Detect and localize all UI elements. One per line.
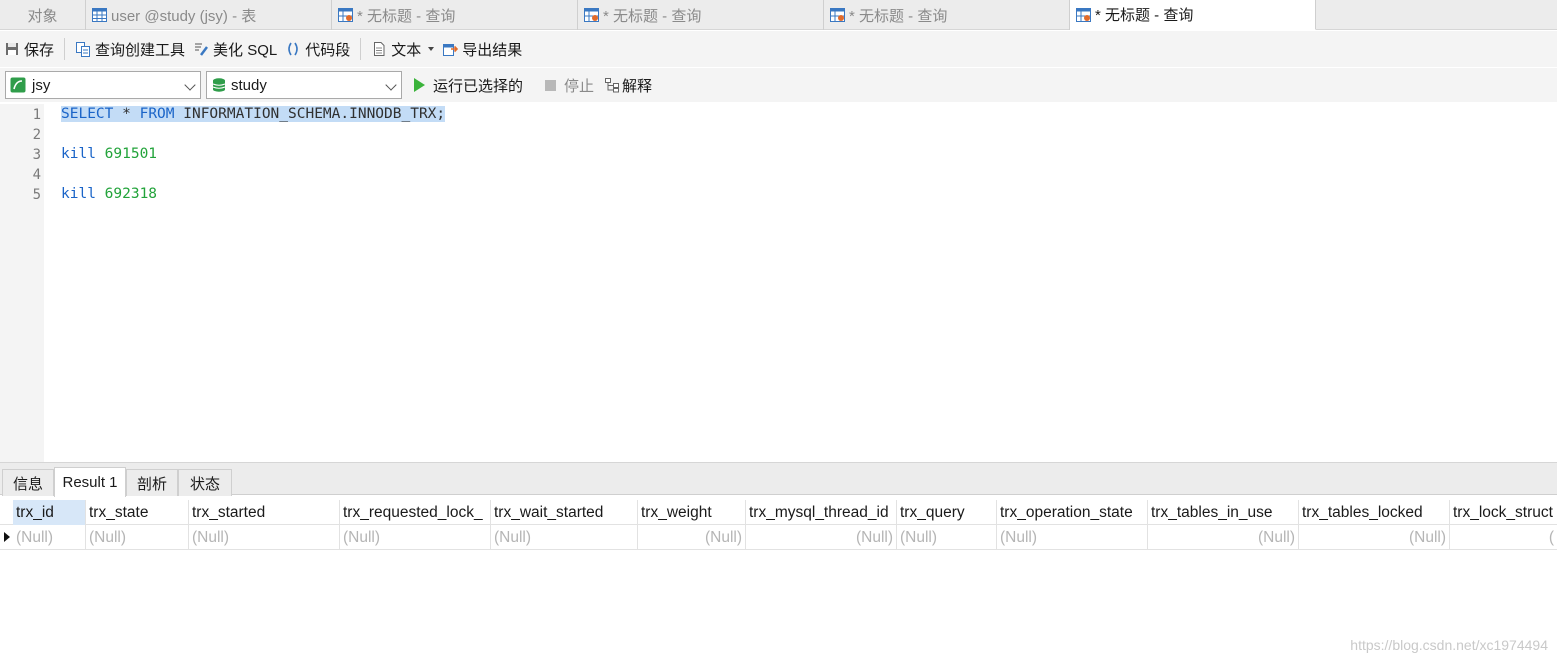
- toolbar-divider: [360, 38, 362, 60]
- column-header[interactable]: trx_wait_started: [491, 500, 638, 525]
- tab-user-table[interactable]: user @study (jsy) - 表: [86, 0, 332, 30]
- save-button[interactable]: 保存: [0, 35, 58, 63]
- explain-button[interactable]: 解释: [604, 75, 652, 96]
- table-icon: [92, 8, 107, 22]
- result-tab-bar: 信息 Result 1 剖析 状态: [0, 462, 1557, 497]
- result-grid[interactable]: trx_id trx_state trx_started trx_request…: [0, 498, 1557, 551]
- code-snippet-button[interactable]: 代码段: [281, 35, 354, 63]
- stop-icon: [545, 79, 557, 91]
- tab-query-1[interactable]: * 无标题 - 查询: [332, 0, 578, 30]
- column-header[interactable]: trx_operation_state: [997, 500, 1148, 525]
- query-builder-icon: [75, 41, 91, 57]
- watermark: https://blog.csdn.net/xc1974494: [1350, 637, 1548, 653]
- line-number-gutter: 1 2 3 4 5: [0, 104, 44, 462]
- column-header[interactable]: trx_id: [13, 500, 86, 525]
- table-row[interactable]: (Null) (Null) (Null) (Null) (Null) (Null…: [0, 525, 1557, 550]
- query-builder-button[interactable]: 查询创建工具: [71, 35, 189, 63]
- save-icon: [4, 41, 20, 57]
- code-line-3[interactable]: kill 691501: [61, 146, 157, 162]
- explain-icon: [604, 77, 620, 93]
- table-cell[interactable]: (Null): [13, 525, 86, 550]
- text-mode-button[interactable]: 文本: [367, 35, 438, 63]
- tab-objects[interactable]: 对象: [0, 0, 86, 30]
- line-number: 2: [32, 127, 41, 143]
- line-number: 1: [32, 107, 41, 123]
- table-cell[interactable]: (Null): [638, 525, 746, 550]
- column-header[interactable]: trx_started: [189, 500, 340, 525]
- document-tab-bar: 对象 user @study (jsy) - 表 * 无标题 - 查询 * 无标…: [0, 0, 1557, 30]
- line-number: 4: [32, 167, 41, 183]
- table-cell[interactable]: (Null): [1148, 525, 1299, 550]
- table-cell[interactable]: (Null): [86, 525, 189, 550]
- tab-info[interactable]: 信息: [2, 469, 54, 496]
- stop-button[interactable]: 停止: [531, 75, 594, 96]
- table-cell[interactable]: (Null): [491, 525, 638, 550]
- column-header[interactable]: trx_state: [86, 500, 189, 525]
- table-cell[interactable]: (Null): [340, 525, 491, 550]
- export-results-button[interactable]: 导出结果: [438, 35, 526, 63]
- sql-editor[interactable]: 1 2 3 4 5 SELECT * FROM INFORMATION_SCHE…: [0, 104, 1557, 462]
- connection-select[interactable]: jsy: [5, 71, 201, 99]
- table-cell[interactable]: (Null): [897, 525, 997, 550]
- tab-query-3[interactable]: * 无标题 - 查询: [824, 0, 1070, 30]
- query-icon: [830, 8, 845, 22]
- table-header-row: trx_id trx_state trx_started trx_request…: [0, 500, 1557, 525]
- tab-query-active[interactable]: * 无标题 - 查询: [1070, 0, 1316, 30]
- query-icon: [584, 8, 599, 22]
- toolbar-divider: [64, 38, 66, 60]
- connection-selector-row: jsy study 运行已选择的 停止 解释: [0, 68, 1557, 102]
- run-selected-button[interactable]: 运行已选择的: [414, 75, 523, 96]
- database-select[interactable]: study: [206, 71, 402, 99]
- column-header[interactable]: trx_mysql_thread_id: [746, 500, 897, 525]
- database-icon: [211, 77, 227, 93]
- brush-icon: [193, 41, 209, 57]
- line-number: 5: [32, 187, 41, 203]
- table-cell[interactable]: (Null): [1299, 525, 1450, 550]
- column-header[interactable]: trx_query: [897, 500, 997, 525]
- column-header[interactable]: trx_lock_struct: [1450, 500, 1557, 525]
- chevron-down-icon: [385, 79, 397, 91]
- document-icon: [371, 41, 387, 57]
- table-cell[interactable]: (Null): [746, 525, 897, 550]
- table-cell[interactable]: (Null): [189, 525, 340, 550]
- beautify-sql-button[interactable]: 美化 SQL: [189, 35, 281, 63]
- query-icon: [338, 8, 353, 22]
- tab-profile[interactable]: 剖析: [126, 469, 178, 496]
- line-number: 3: [32, 147, 41, 163]
- column-header[interactable]: trx_requested_lock_: [340, 500, 491, 525]
- play-icon: [414, 78, 425, 92]
- export-icon: [442, 41, 459, 57]
- connection-icon: [10, 77, 26, 93]
- current-row-icon: [4, 532, 10, 542]
- table-cell[interactable]: (: [1450, 525, 1557, 550]
- column-header[interactable]: trx_weight: [638, 500, 746, 525]
- chevron-down-icon: [184, 79, 196, 91]
- dropdown-caret-icon: [428, 47, 435, 51]
- code-line-1[interactable]: SELECT * FROM INFORMATION_SCHEMA.INNODB_…: [61, 106, 446, 122]
- tab-status[interactable]: 状态: [178, 469, 232, 496]
- query-toolbar: 保存 查询创建工具 美化 SQL 代码段 文本 导出结果: [0, 31, 1557, 67]
- column-header[interactable]: trx_tables_locked: [1299, 500, 1450, 525]
- tab-result-1[interactable]: Result 1: [54, 467, 126, 497]
- tab-query-2[interactable]: * 无标题 - 查询: [578, 0, 824, 30]
- column-header[interactable]: trx_tables_in_use: [1148, 500, 1299, 525]
- parentheses-icon: [285, 41, 301, 57]
- table-cell[interactable]: (Null): [997, 525, 1148, 550]
- query-icon: [1076, 7, 1091, 22]
- code-line-5[interactable]: kill 692318: [61, 186, 157, 202]
